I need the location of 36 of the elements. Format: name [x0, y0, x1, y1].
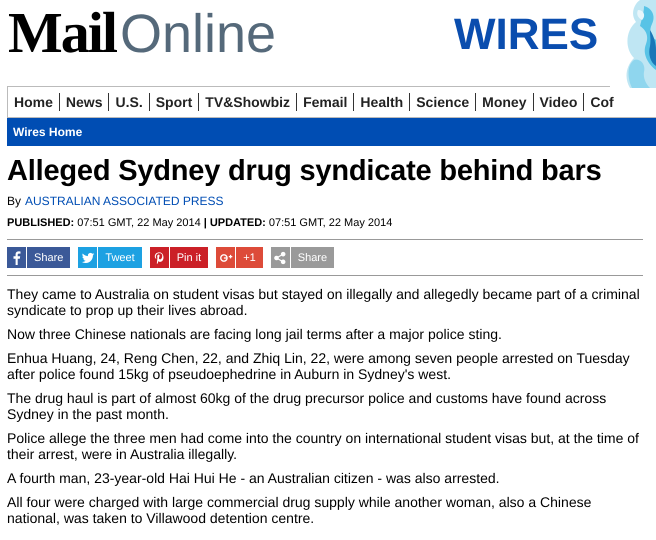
- paragraph: All four were charged with large commercial drug supply while another woman, also a Chinese national, was taken to Villawood detention centre.: [7, 494, 592, 526]
- published-date: 07:51 GMT, 22 May 2014: [77, 217, 201, 229]
- published-label: PUBLISHED:: [7, 217, 74, 229]
- logo-text[interactable]: Mail: [8, 4, 116, 62]
- nav-link[interactable]: Femail: [296, 93, 354, 111]
- section-logo: WIRES: [454, 13, 598, 57]
- paragraph: Police allege the three men had come into the country on international student visas but, at the time of their arrest, were in Australia illegally.: [7, 430, 640, 462]
- author-link[interactable]: AUSTRALIAN ASSOCIATED PRESS: [25, 194, 224, 208]
- nav-link[interactable]: Sport: [148, 93, 198, 111]
- nav-link[interactable]: Science: [409, 93, 476, 111]
- byline-prefix: By: [7, 194, 22, 208]
- nav-link[interactable]: Money: [475, 93, 532, 111]
- paragraph: Enhua Huang, 24, Reng Chen, 22, and Zhiq Lin, 22, were among seven people arrested on Tuesday after police found 15kg of pseudoephedrine in Auburn in Sydney's west.: [7, 350, 631, 382]
- updated-label: UPDATED:: [210, 217, 266, 229]
- nav-link[interactable]: Cof: [583, 93, 620, 111]
- sub-nav-link[interactable]: Wires Home: [7, 125, 82, 139]
- nav-link[interactable]: U.S.: [108, 93, 149, 111]
- headline: Alleged Sydney drug syndicate behind bars: [7, 154, 602, 188]
- share-button[interactable]: Share: [7, 247, 70, 268]
- paragraph: They came to Australia on student visas but stayed on illegally and allegedly became part of a criminal syndicate to prop up their lives abroad.: [7, 286, 641, 318]
- paragraph: The drug haul is part of almost 60kg of the drug precursor police and customs have found across Sydney in the past month.: [7, 390, 608, 422]
- bird-icon: [80, 250, 95, 264]
- logo-text[interactable]: Online: [120, 7, 276, 61]
- paragraph: Now three Chinese nationals are facing long jail terms after a major police sting.: [7, 326, 503, 342]
- paragraph: A fourth man, 23-year-old Hai Hui He - an Australian citizen - was also arrested.: [7, 470, 501, 486]
- nav-link[interactable]: Video: [532, 93, 584, 111]
- separator: |: [204, 217, 207, 229]
- nav-link[interactable]: Home: [8, 93, 59, 111]
- nav-link[interactable]: News: [58, 93, 108, 111]
- nav-link[interactable]: TV&Showbiz: [198, 93, 296, 111]
- share-button[interactable]: Pin it: [150, 247, 208, 268]
- share-button[interactable]: +1: [216, 247, 263, 268]
- updated-date: 07:51 GMT, 22 May 2014: [268, 217, 392, 229]
- pin-icon: [152, 250, 166, 264]
- nav-link[interactable]: Health: [353, 93, 410, 111]
- share-icon: [273, 250, 288, 264]
